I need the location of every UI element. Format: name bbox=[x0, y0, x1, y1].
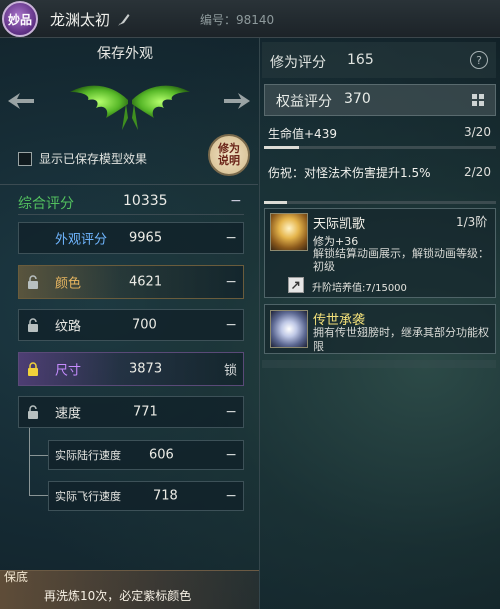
total-score-row: 综合评分 10335 − bbox=[18, 193, 243, 212]
cultivation-score-value: 165 bbox=[347, 52, 374, 68]
heavenly-song-skill-icon bbox=[270, 213, 308, 251]
speed-value: 771 bbox=[133, 404, 158, 420]
fly-speed-collapse-button[interactable]: − bbox=[225, 488, 237, 504]
size-label: 尺寸 bbox=[55, 363, 82, 379]
size-row: 尺寸 3873 锁 bbox=[18, 352, 244, 386]
column-divider bbox=[259, 38, 260, 609]
color-label: 颜色 bbox=[55, 276, 82, 292]
unlocked-padlock-icon[interactable] bbox=[27, 275, 39, 289]
tree-connector bbox=[29, 495, 48, 496]
rename-brush-icon[interactable] bbox=[116, 11, 132, 27]
right-panel-footer bbox=[262, 360, 496, 368]
texture-label: 纹路 bbox=[55, 319, 82, 335]
color-value: 4621 bbox=[129, 274, 163, 290]
previous-arrow-icon[interactable] bbox=[6, 91, 36, 111]
texture-value: 700 bbox=[132, 317, 157, 333]
show-saved-model-label: 显示已保存模型效果 bbox=[39, 152, 148, 166]
appearance-collapse-button[interactable]: − bbox=[225, 230, 237, 246]
appearance-score-label: 外观评分 bbox=[55, 232, 108, 248]
tree-connector bbox=[29, 428, 30, 496]
upgrade-progress-text: 升阶培养值:7/15000 bbox=[312, 283, 407, 294]
total-collapse-button[interactable]: − bbox=[230, 193, 242, 209]
size-value: 3873 bbox=[129, 361, 163, 377]
equity-score-label: 权益评分 bbox=[276, 94, 332, 110]
upgrade-arrow-icon[interactable] bbox=[288, 277, 304, 293]
color-collapse-button[interactable]: − bbox=[225, 274, 237, 290]
cultivation-info-button[interactable]: 修为说明 bbox=[208, 134, 250, 176]
land-speed-row: 实际陆行速度 606 − bbox=[48, 440, 244, 470]
show-saved-model-toggle[interactable]: 显示已保存模型效果 bbox=[18, 150, 147, 167]
skill1-description: 解锁结算动画展示，解锁动画等级：初级 bbox=[313, 247, 489, 273]
wings-model-preview[interactable] bbox=[66, 78, 194, 134]
speed-row: 速度 771 − bbox=[18, 396, 244, 428]
damage-progress-track bbox=[264, 201, 496, 204]
appearance-score-row: 外观评分 9965 − bbox=[18, 222, 244, 254]
fly-speed-value: 718 bbox=[153, 488, 178, 504]
texture-row: 纹路 700 − bbox=[18, 309, 244, 341]
damage-attribute-count: 2/20 bbox=[464, 165, 491, 179]
show-saved-model-checkbox[interactable] bbox=[18, 151, 32, 166]
damage-attribute-label: 伤祝：对怪法术伤害提升1.5% bbox=[268, 166, 431, 180]
guarantee-text: 再洗炼10次，必定紫标颜色 bbox=[44, 589, 192, 603]
cultivation-score-label: 修为评分 bbox=[270, 55, 326, 71]
damage-progress-fill bbox=[264, 201, 288, 204]
section-divider bbox=[0, 184, 258, 185]
locked-padlock-icon[interactable] bbox=[27, 362, 39, 376]
unlocked-padlock-icon[interactable] bbox=[27, 318, 39, 332]
speed-collapse-button[interactable]: − bbox=[225, 404, 237, 420]
skill1-name: 天际凯歌 bbox=[313, 217, 366, 232]
speed-label: 速度 bbox=[55, 406, 82, 422]
hp-attribute-label: 生命值+439 bbox=[268, 127, 337, 141]
guarantee-label: 保底 bbox=[4, 570, 29, 584]
next-arrow-icon[interactable] bbox=[222, 91, 252, 111]
total-score-label: 综合评分 bbox=[18, 196, 74, 212]
hp-attribute-count: 3/20 bbox=[464, 125, 491, 139]
save-appearance-title: 保存外观 bbox=[97, 46, 153, 62]
skill2-description: 拥有传世翅膀时，继承其部分功能权限 bbox=[313, 326, 489, 353]
skill1-tier: 1/3阶 bbox=[456, 215, 488, 229]
hp-progress-track bbox=[264, 146, 496, 149]
color-row: 颜色 4621 − bbox=[18, 265, 244, 299]
unlocked-padlock-icon[interactable] bbox=[27, 405, 39, 419]
fly-speed-row: 实际飞行速度 718 − bbox=[48, 481, 244, 511]
fly-speed-label: 实际飞行速度 bbox=[55, 490, 121, 503]
land-speed-collapse-button[interactable]: − bbox=[225, 447, 237, 463]
legacy-inherit-skill-icon bbox=[270, 310, 308, 348]
land-speed-label: 实际陆行速度 bbox=[55, 449, 121, 462]
serial-number: 编号：98140 bbox=[200, 13, 275, 27]
grid-icon[interactable] bbox=[472, 94, 484, 106]
item-name: 龙渊太初 bbox=[50, 11, 111, 29]
hp-progress-fill bbox=[264, 146, 299, 149]
size-lock-button[interactable]: 锁 bbox=[224, 360, 237, 379]
help-icon[interactable]: ? bbox=[470, 51, 488, 69]
land-speed-value: 606 bbox=[149, 447, 174, 463]
total-score-value: 10335 bbox=[123, 193, 168, 209]
appearance-score-value: 9965 bbox=[129, 230, 163, 246]
rarity-badge: 妙品 bbox=[2, 1, 38, 37]
texture-collapse-button[interactable]: − bbox=[225, 317, 237, 333]
equity-score-value: 370 bbox=[344, 91, 371, 107]
tree-connector bbox=[29, 455, 48, 456]
total-divider bbox=[18, 214, 244, 215]
